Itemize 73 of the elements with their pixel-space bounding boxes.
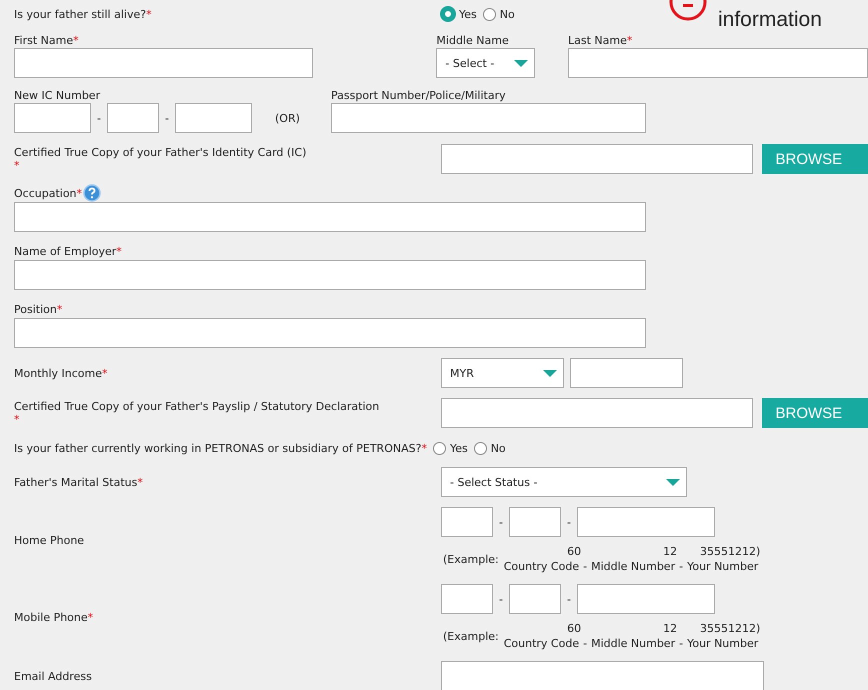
input-field[interactable] (175, 103, 252, 133)
middle-name-select[interactable]: - Select - (436, 48, 536, 78)
separator-text: - (566, 592, 572, 606)
input-field[interactable] (107, 103, 159, 133)
input-field[interactable] (14, 202, 646, 232)
file-path-field[interactable] (441, 398, 753, 428)
or-text: (OR) (275, 112, 300, 124)
input-field[interactable] (509, 507, 561, 537)
field-label: Certified True Copy of your Father's Identity Card (IC) * (14, 146, 308, 172)
example-caption: Your Number (686, 636, 760, 651)
radio-option[interactable]: Yes (441, 7, 477, 21)
example-value: 12 (663, 621, 678, 636)
dropdown-arrow-icon (543, 370, 557, 376)
example-caption: Country Code (502, 559, 580, 574)
separator-text: - (164, 112, 170, 124)
example-value: 35551212) (700, 621, 760, 636)
currency-select[interactable]: MYR (441, 358, 564, 388)
input-field[interactable] (14, 48, 313, 78)
input-field[interactable] (568, 48, 868, 78)
income-field[interactable] (570, 358, 683, 388)
radio-option[interactable]: No (482, 7, 515, 21)
example-caption: - (582, 559, 588, 574)
field-label: Occupation* (14, 186, 82, 200)
field-label: New IC Number (14, 88, 102, 103)
passport-field[interactable] (331, 103, 646, 133)
separator-text: - (96, 112, 102, 124)
field-label: Is your father currently working in PETRONAS or subsidiary of PETRONAS?* (14, 442, 427, 454)
field-label: Email Address (14, 670, 92, 682)
field-label: First Name* (14, 33, 80, 48)
example-caption: - (678, 636, 684, 651)
dropdown-arrow-icon (666, 478, 680, 486)
separator-text: - (566, 516, 572, 528)
radio-option[interactable]: Yes (432, 442, 468, 454)
file-path-field[interactable] (441, 144, 753, 174)
input-field[interactable] (441, 584, 493, 614)
separator-text: - (498, 516, 504, 528)
field-label: Is your father still alive?* (14, 8, 152, 20)
example-caption: - (678, 559, 684, 574)
field-label: Passport Number/Police/Military (331, 88, 507, 103)
help-icon[interactable] (83, 184, 102, 202)
field-label: Monthly Income* (14, 366, 108, 380)
field-label: Certified True Copy of your Father's Payslip / Statutory Declaration * (14, 400, 380, 426)
example-caption: Your Number (686, 559, 760, 574)
field-label: Last Name* (568, 33, 634, 48)
email-field[interactable] (441, 661, 764, 690)
field-label: Father's Marital Status* (14, 476, 143, 488)
input-field[interactable] (577, 584, 715, 614)
example-value: 12 (663, 544, 678, 559)
example-value: 35551212) (700, 544, 760, 559)
field-label: Position* (14, 302, 62, 316)
callout-text: information (718, 8, 822, 32)
radio-option[interactable]: No (474, 442, 506, 454)
example-text: (Example: (443, 552, 499, 566)
field-label: Mobile Phone* (14, 611, 94, 624)
input-field[interactable] (577, 507, 715, 537)
example-value: 60 (567, 544, 582, 559)
example-text: (Example: (443, 630, 499, 642)
input-field[interactable] (14, 260, 646, 290)
input-field[interactable] (441, 507, 493, 537)
field-label: Middle Name (436, 33, 510, 48)
example-caption: Middle Number (590, 636, 676, 651)
example-value: 60 (567, 621, 582, 636)
dropdown-arrow-icon (514, 60, 528, 66)
separator-text: - (498, 592, 504, 606)
status-select[interactable]: - Select Status - (441, 467, 687, 497)
example-caption: Middle Number (590, 559, 676, 574)
example-caption: - (582, 636, 588, 651)
input-field[interactable] (14, 318, 646, 348)
field-label: Name of Employer* (14, 244, 122, 258)
example-caption: Country Code (502, 636, 580, 651)
input-field[interactable] (14, 103, 91, 133)
input-field[interactable] (509, 584, 561, 614)
field-label: Home Phone (14, 534, 84, 547)
